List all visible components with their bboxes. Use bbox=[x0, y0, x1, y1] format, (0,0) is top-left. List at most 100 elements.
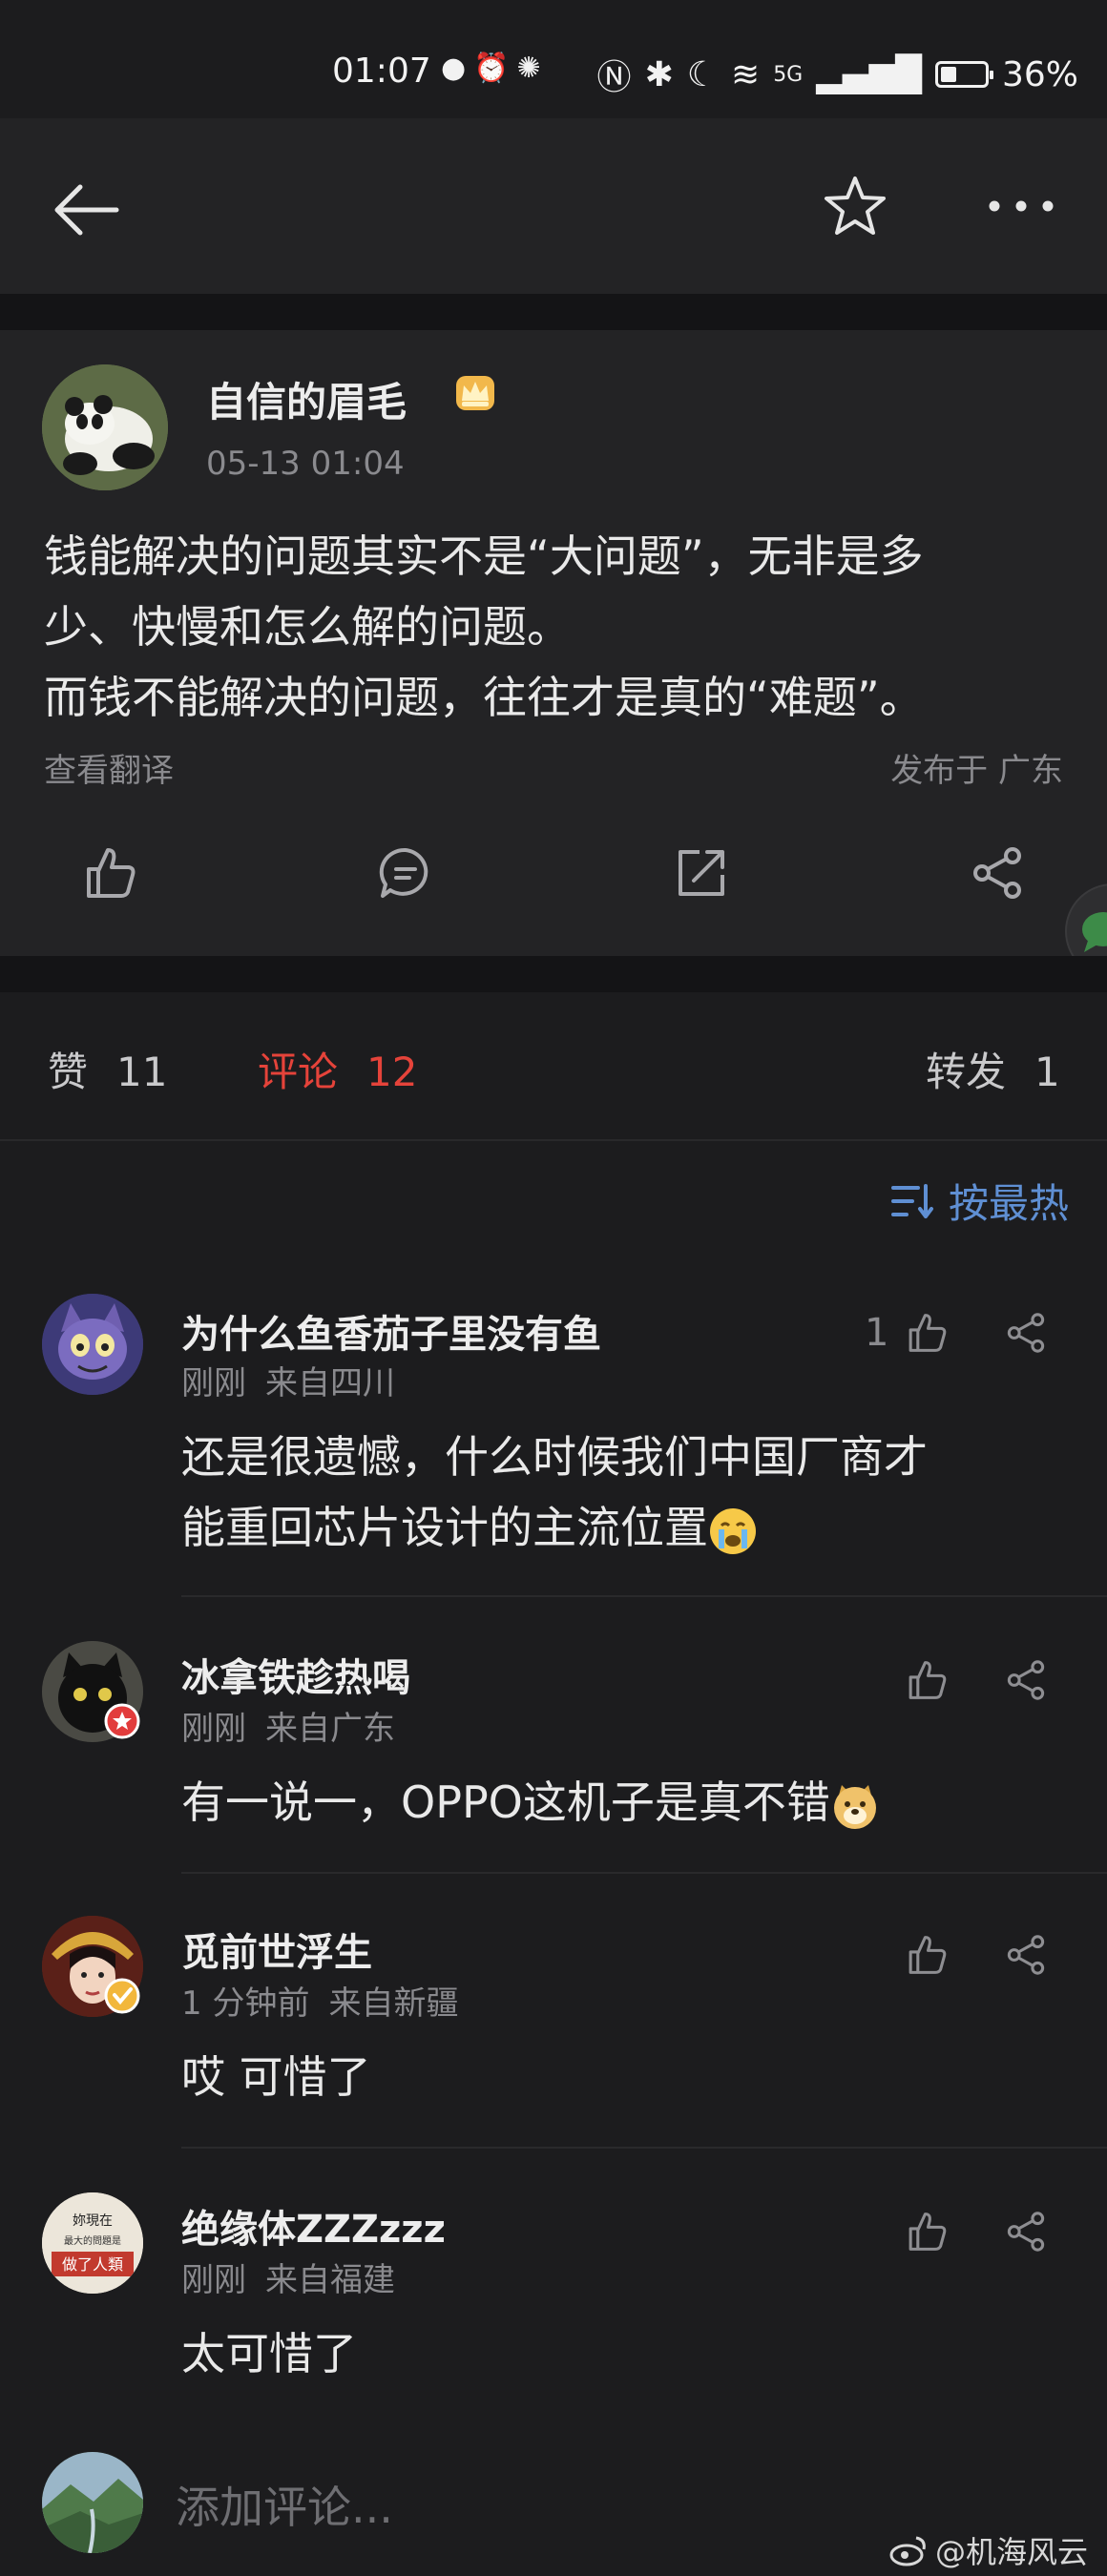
share-icon bbox=[1007, 1935, 1045, 1975]
sort-toggle[interactable]: 按最热 bbox=[889, 1172, 1069, 1230]
top-app-bar bbox=[0, 118, 1107, 294]
wifi-icon: ≋ bbox=[731, 54, 761, 94]
landscape-avatar-icon bbox=[42, 2452, 143, 2553]
comment-meta: 刚刚 来自广东 bbox=[181, 1702, 395, 1749]
post-time: 05-13 01:04 bbox=[206, 445, 405, 483]
comment-meta: 刚刚 来自福建 bbox=[181, 2254, 395, 2300]
section-divider bbox=[0, 294, 1107, 330]
author-avatar[interactable] bbox=[42, 364, 168, 490]
comment-like-count: 1 bbox=[865, 1311, 889, 1355]
battery-percent: 36% bbox=[1001, 54, 1078, 94]
crown-badge-icon bbox=[456, 376, 494, 410]
comment-avatar[interactable]: 妳現在 最大的問題是 做了人類 bbox=[42, 2192, 143, 2294]
status-bar: 01:07 ●⏰✺ Ⓝ ✱ ☾ ≋ 5G ▂▄▆█ 36% bbox=[0, 0, 1107, 118]
battery-icon bbox=[934, 61, 993, 88]
post-line: 少、快慢和怎么解的问题。 bbox=[44, 601, 571, 653]
verified-badge-icon bbox=[104, 1703, 140, 1739]
comment-share-button[interactable] bbox=[1000, 1929, 1052, 1981]
comment-text: 哎 可惜了 bbox=[181, 2042, 1040, 2112]
thumbs-up-icon bbox=[909, 1936, 947, 1974]
my-avatar[interactable] bbox=[42, 2452, 143, 2553]
comment-time: 刚刚 bbox=[181, 2261, 246, 2299]
comment-line: 还是很遗憾，什么时候我们中国厂商才 bbox=[181, 1431, 928, 1483]
comment-text: 有一说一，OPPO这机子是真不错 bbox=[181, 1767, 1040, 1838]
repost-button[interactable] bbox=[668, 840, 735, 906]
tab-reposts-label: 转发 bbox=[926, 1049, 1007, 1095]
panda-avatar-icon bbox=[42, 364, 168, 490]
nfc-icon: Ⓝ bbox=[596, 58, 632, 97]
more-dots-icon bbox=[989, 200, 1054, 212]
watermark: @机海风云 bbox=[889, 2528, 1088, 2572]
more-button[interactable] bbox=[983, 168, 1059, 244]
tab-comments-count: 12 bbox=[366, 1049, 418, 1095]
comment-button[interactable] bbox=[372, 840, 439, 906]
comment-author[interactable]: 绝缘体ZZZzzz bbox=[181, 2198, 446, 2254]
share-icon bbox=[1007, 1313, 1045, 1353]
post-line: 而钱不能解决的问题，往往才是真的“难题”。 bbox=[44, 672, 924, 723]
sort-label: 按最热 bbox=[948, 1180, 1069, 1227]
comment-line: 能重回芯片设计的主流位置 bbox=[181, 1492, 1040, 1563]
translate-link[interactable]: 查看翻译 bbox=[44, 744, 174, 791]
like-button[interactable] bbox=[76, 840, 143, 906]
comment-location: 来自四川 bbox=[265, 1364, 395, 1402]
thumbs-up-icon bbox=[909, 2212, 947, 2251]
comment-time: 刚刚 bbox=[181, 1710, 246, 1748]
crying-emoji-icon bbox=[710, 1507, 756, 1554]
comment-like-button[interactable] bbox=[901, 1307, 952, 1359]
doge-emoji-icon bbox=[833, 1784, 876, 1829]
weibo-logo-icon bbox=[889, 2536, 926, 2566]
moon-icon: ☾ bbox=[686, 54, 719, 94]
comment-like-button[interactable] bbox=[901, 2206, 952, 2257]
app-icon: ✺ bbox=[516, 52, 549, 85]
signal-icon: ▂▄▆█ bbox=[816, 54, 922, 94]
comment-location: 来自广东 bbox=[265, 1710, 395, 1748]
comment-author[interactable]: 为什么鱼香茄子里没有鱼 bbox=[181, 1303, 601, 1359]
tab-reposts[interactable]: 转发 1 bbox=[926, 1040, 1060, 1098]
share-icon bbox=[1007, 1660, 1045, 1700]
tab-likes[interactable]: 赞 11 bbox=[48, 1040, 167, 1098]
status-right: Ⓝ ✱ ☾ ≋ 5G ▂▄▆█ 36% bbox=[597, 50, 1078, 99]
alarm-icon: ⏰ bbox=[473, 52, 517, 85]
sign-avatar-icon: 妳現在 最大的問題是 做了人類 bbox=[42, 2192, 143, 2294]
author-name[interactable]: 自信的眉毛 bbox=[206, 370, 407, 428]
back-button[interactable] bbox=[48, 172, 124, 248]
arrow-left-icon bbox=[54, 184, 119, 236]
comment-divider bbox=[181, 2147, 1107, 2149]
star-icon bbox=[825, 177, 886, 235]
comment-author[interactable]: 觅前世浮生 bbox=[181, 1922, 372, 1977]
battery-fill bbox=[940, 67, 956, 82]
favorite-button[interactable] bbox=[817, 168, 893, 244]
comment-avatar[interactable] bbox=[42, 1294, 143, 1395]
comment-divider bbox=[181, 1872, 1107, 1874]
share-icon bbox=[973, 847, 1021, 899]
repost-icon bbox=[679, 850, 724, 896]
tab-comments[interactable]: 评论 12 bbox=[258, 1040, 417, 1098]
comment-bubble-icon bbox=[379, 847, 428, 898]
comment-line: 太可惜了 bbox=[181, 2328, 357, 2379]
thumbs-up-icon bbox=[909, 1661, 947, 1699]
comment-divider bbox=[181, 1595, 1107, 1597]
comment-author[interactable]: 冰拿铁趁热喝 bbox=[181, 1647, 410, 1702]
tab-comments-label: 评论 bbox=[258, 1049, 339, 1095]
post-region: 发布于 广东 bbox=[890, 752, 1063, 790]
comment-line: 有一说一，OPPO这机子是真不错 bbox=[181, 1767, 1040, 1838]
comment-time: 刚刚 bbox=[181, 1364, 246, 1402]
svg-text:妳現在: 妳現在 bbox=[73, 2213, 113, 2229]
share-button[interactable] bbox=[964, 840, 1031, 906]
verified-badge-icon bbox=[104, 1978, 140, 2014]
chat-icon bbox=[1082, 912, 1107, 952]
tab-likes-count: 11 bbox=[116, 1049, 168, 1095]
section-divider bbox=[0, 956, 1107, 992]
comment-like-button[interactable] bbox=[901, 1929, 952, 1981]
tab-likes-label: 赞 bbox=[48, 1049, 89, 1095]
comment-like-button[interactable] bbox=[901, 1654, 952, 1706]
comment-share-button[interactable] bbox=[1000, 1307, 1052, 1359]
cartoon-cat-avatar-icon bbox=[42, 1294, 143, 1395]
comment-share-button[interactable] bbox=[1000, 1654, 1052, 1706]
comment-share-button[interactable] bbox=[1000, 2206, 1052, 2257]
comment-location: 来自福建 bbox=[265, 2261, 395, 2299]
comment-text: 还是很遗憾，什么时候我们中国厂商才 能重回芯片设计的主流位置 bbox=[181, 1422, 1040, 1563]
watermark-text: @机海风云 bbox=[934, 2534, 1088, 2570]
add-comment-input[interactable]: 添加评论... bbox=[176, 2473, 393, 2536]
comment-line: 哎 可惜了 bbox=[181, 2051, 371, 2103]
